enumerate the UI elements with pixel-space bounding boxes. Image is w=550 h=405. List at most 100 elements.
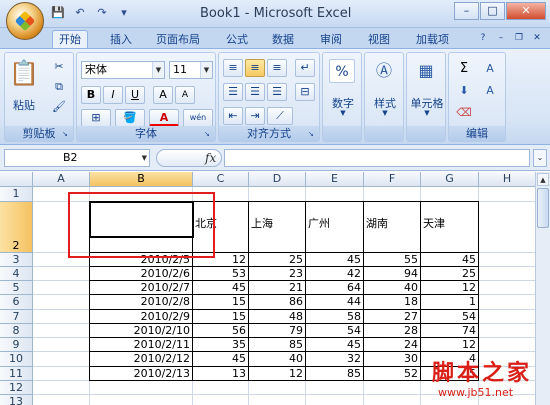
value-cell[interactable]: 45 (421, 253, 478, 267)
date-cell[interactable]: 2010/2/8 (90, 295, 192, 310)
column-header-d[interactable]: D (249, 172, 306, 187)
copy-icon[interactable]: ⧉ (49, 77, 69, 95)
align-middle-icon[interactable]: ≡ (245, 59, 265, 77)
qat-dropdown-icon[interactable]: ▾ (116, 6, 132, 20)
value-cell[interactable]: 27 (364, 310, 420, 324)
value-cell[interactable]: 25 (421, 267, 478, 281)
borders-icon[interactable]: ⊞ (81, 109, 111, 127)
name-box[interactable]: B2 ▼ (4, 149, 150, 167)
value-cell[interactable]: 44 (306, 295, 363, 310)
column-header-a[interactable]: A (33, 172, 90, 187)
alignment-launcher-icon[interactable]: ↘ (308, 130, 317, 139)
font-size-combo[interactable]: 11 ▼ (169, 61, 213, 79)
cut-icon[interactable]: ✂ (49, 57, 69, 75)
tab-insert[interactable]: 插入 (104, 31, 138, 48)
format-painter-icon[interactable]: 🖌 (49, 97, 69, 115)
fill-color-icon[interactable]: 🪣 (115, 109, 145, 127)
value-cell[interactable]: 15 (193, 310, 248, 324)
date-cell[interactable]: 2010/2/12 (90, 352, 192, 367)
value-cell[interactable]: 54 (421, 310, 478, 324)
date-cell[interactable]: 2010/2/7 (90, 281, 192, 295)
phonetic-button[interactable]: wén (183, 109, 213, 127)
date-cell[interactable]: 2010/2/13 (90, 367, 192, 381)
value-cell[interactable]: 32 (306, 352, 363, 367)
chevron-down-icon[interactable]: ▼ (325, 109, 361, 117)
value-cell[interactable]: 85 (306, 367, 363, 381)
chevron-down-icon[interactable]: ▼ (409, 109, 445, 117)
tab-data[interactable]: 数据 (266, 31, 300, 48)
value-cell[interactable]: 25 (249, 253, 305, 267)
value-cell[interactable]: 54 (306, 324, 363, 338)
value-cell[interactable]: 12 (249, 367, 305, 381)
column-header-f[interactable]: F (364, 172, 421, 187)
row-header-7[interactable]: 7 (0, 310, 33, 324)
value-cell[interactable]: 85 (249, 338, 305, 352)
tab-addins[interactable]: 加载项 (410, 31, 455, 48)
row-header-11[interactable]: 11 (0, 367, 33, 381)
scroll-up-icon[interactable]: ▲ (537, 173, 549, 186)
value-cell[interactable]: 45 (193, 281, 248, 295)
clipboard-launcher-icon[interactable]: ↘ (62, 130, 71, 139)
row-header-13[interactable]: 13 (0, 395, 33, 405)
cells-icon[interactable]: ▦ (413, 59, 439, 83)
italic-button[interactable]: I (103, 86, 123, 104)
sort-filter-button[interactable]: A (479, 59, 501, 77)
maximize-button[interactable]: □ (480, 2, 505, 20)
value-cell[interactable]: 58 (306, 310, 363, 324)
value-cell[interactable]: 12 (421, 338, 478, 352)
header-cell[interactable]: 上海 (251, 216, 305, 232)
value-cell[interactable]: 18 (364, 295, 420, 310)
minimize-button[interactable]: – (454, 2, 479, 20)
fill-icon[interactable]: ⬇ (453, 81, 475, 99)
insert-function-button[interactable]: fx (205, 150, 216, 166)
value-cell[interactable]: 40 (364, 281, 420, 295)
value-cell[interactable]: 64 (306, 281, 363, 295)
date-cell[interactable]: 2010/2/6 (90, 267, 192, 281)
align-right-icon[interactable]: ☰ (267, 83, 287, 101)
save-icon[interactable]: 💾 (50, 6, 66, 20)
office-button[interactable] (6, 2, 44, 40)
value-cell[interactable]: 35 (193, 338, 248, 352)
decrease-indent-icon[interactable]: ⇤ (223, 107, 243, 125)
increase-indent-icon[interactable]: ⇥ (245, 107, 265, 125)
value-cell[interactable]: 45 (193, 352, 248, 367)
chevron-down-icon[interactable]: ▼ (142, 150, 147, 166)
date-cell[interactable]: 2010/2/9 (90, 310, 192, 324)
tab-home[interactable]: 开始 (52, 30, 88, 49)
value-cell[interactable]: 23 (249, 267, 305, 281)
value-cell[interactable]: 28 (364, 324, 420, 338)
value-cell[interactable]: 1 (421, 295, 478, 310)
value-cell[interactable]: 42 (306, 267, 363, 281)
align-left-icon[interactable]: ☰ (223, 83, 243, 101)
align-center-icon[interactable]: ☰ (245, 83, 265, 101)
value-cell[interactable]: 55 (364, 253, 420, 267)
active-cell-b2[interactable] (89, 201, 194, 238)
date-cell[interactable]: 2010/2/11 (90, 338, 192, 352)
value-cell[interactable]: 79 (249, 324, 305, 338)
value-cell[interactable]: 74 (421, 324, 478, 338)
value-cell[interactable]: 24 (364, 338, 420, 352)
chevron-down-icon[interactable]: ▼ (200, 62, 212, 78)
styles-icon[interactable]: Ⓐ (371, 59, 397, 83)
wrap-text-icon[interactable]: ↵ (295, 59, 315, 77)
find-select-button[interactable]: A (479, 81, 501, 99)
value-cell[interactable]: 45 (306, 253, 363, 267)
row-header-1[interactable]: 1 (0, 187, 33, 202)
formula-input[interactable] (224, 149, 530, 167)
value-cell[interactable]: 94 (364, 267, 420, 281)
paste-button-label[interactable]: 粘贴 (9, 97, 39, 113)
row-header-5[interactable]: 5 (0, 281, 33, 295)
row-header-12[interactable]: 12 (0, 381, 33, 395)
tab-page-layout[interactable]: 页面布局 (150, 31, 206, 48)
value-cell[interactable]: 40 (249, 352, 305, 367)
chevron-down-icon[interactable]: ▼ (152, 62, 164, 78)
column-header-b[interactable]: B (90, 172, 193, 187)
row-header-2[interactable]: 2 (0, 202, 33, 253)
autosum-button[interactable]: Σ (453, 59, 475, 77)
tab-review[interactable]: 审阅 (314, 31, 348, 48)
select-all-button[interactable] (0, 172, 33, 187)
header-cell[interactable]: 湖南 (366, 216, 420, 232)
font-launcher-icon[interactable]: ↘ (204, 130, 213, 139)
wb-restore-button[interactable]: ❐ (512, 32, 526, 44)
orientation-icon[interactable]: ⟋ (267, 107, 293, 125)
